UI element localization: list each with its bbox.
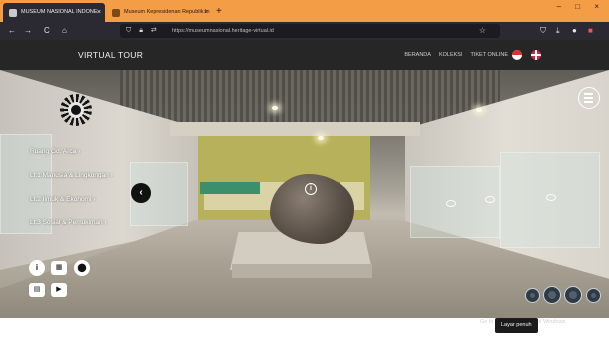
museum-logo-core — [68, 102, 84, 118]
hotspot-icon[interactable] — [546, 194, 556, 201]
panorama-thumbnail[interactable] — [586, 288, 601, 303]
info-icon[interactable]: i — [29, 260, 45, 276]
hall-item-lt1[interactable]: Lt.1 Manusia & Lingkungan — [30, 172, 170, 179]
download-icon[interactable]: ⤓ — [556, 22, 560, 40]
menu-koleksi[interactable]: KOLEKSI — [439, 52, 463, 58]
back-icon[interactable]: ← — [8, 22, 16, 40]
info-hotspot-icon[interactable]: i — [305, 183, 317, 195]
profile-icon[interactable]: ■ — [588, 22, 593, 40]
site-title: VIRTUAL TOUR — [78, 50, 144, 60]
previous-arrow-icon[interactable]: ‹ — [131, 183, 151, 203]
hotspot-icon[interactable] — [446, 200, 456, 207]
menu-beranda[interactable]: BERANDA — [404, 52, 431, 58]
favicon-icon — [112, 9, 120, 17]
tab-museum-kepresidenan[interactable]: Museum Kepresidenan Republik In × — [106, 3, 212, 22]
favicon-icon — [9, 9, 17, 17]
video-icon[interactable]: ▶ — [51, 283, 67, 297]
ceiling-light — [318, 136, 324, 140]
close-icon[interactable]: × — [204, 3, 208, 22]
panorama-thumbnail[interactable] — [525, 288, 540, 303]
tab-museum-nasional[interactable]: MUSEUM NASIONAL INDONE × — [3, 3, 105, 22]
hall-item-arca[interactable]: Ruang Gd. Arca — [30, 148, 170, 155]
close-icon[interactable]: × — [97, 3, 101, 22]
bookmark-star-icon[interactable]: ☆ — [479, 24, 486, 38]
map-pin-icon[interactable]: ⬤ — [74, 260, 90, 276]
extension-icon[interactable]: ● — [572, 22, 577, 40]
english-flag-icon[interactable] — [531, 50, 541, 60]
tab-label: Museum Kepresidenan Republik In — [124, 9, 210, 15]
stone-pedestal-base — [232, 264, 372, 278]
url-text: https://museumnasional.heritage-virtual.… — [172, 28, 274, 34]
forward-icon[interactable]: → — [24, 22, 32, 40]
ceiling-light — [272, 106, 278, 110]
tour-book-icon[interactable]: ▤ — [29, 283, 45, 297]
fullscreen-tooltip: Layar penuh — [495, 318, 538, 333]
site-header: VIRTUAL TOUR BERANDA KOLEKSI TIKET ONLIN… — [0, 40, 609, 70]
panorama-thumbnail[interactable] — [543, 286, 561, 304]
tab-label: MUSEUM NASIONAL INDONE — [21, 9, 98, 15]
shield-lock-icon: ⛉ 🔒︎ ⇄ — [126, 27, 160, 34]
browser-tab-bar: MUSEUM NASIONAL INDONE × Museum Kepresid… — [0, 0, 609, 22]
indonesia-flag-icon[interactable] — [512, 50, 522, 60]
main-menu: BERANDA KOLEKSI TIKET ONLINE — [404, 40, 508, 70]
home-icon[interactable]: ⌂ — [62, 22, 67, 40]
browser-toolbar: ← → C ⌂ ⛉ 🔒︎ ⇄ https://museumnasional.he… — [0, 22, 609, 40]
address-bar[interactable]: ⛉ 🔒︎ ⇄ https://museumnasional.heritage-v… — [120, 24, 500, 38]
screen: MUSEUM NASIONAL INDONE × Museum Kepresid… — [0, 0, 609, 343]
shield-icon[interactable]: ⛉ — [540, 22, 546, 40]
ceiling-light — [476, 108, 482, 112]
reload-icon[interactable]: C — [44, 22, 50, 40]
hall-item-lt3[interactable]: Lt.3 Sosial & Pemukiman — [30, 219, 170, 226]
display-strip — [200, 182, 260, 194]
new-tab-button[interactable]: + — [216, 3, 222, 21]
gallery-icon[interactable]: ▦ — [51, 261, 67, 275]
hamburger-menu-icon[interactable] — [578, 87, 600, 109]
hotspot-icon[interactable] — [485, 196, 495, 203]
menu-tiket-online[interactable]: TIKET ONLINE — [471, 52, 509, 58]
window-controls[interactable]: – □ × — [557, 2, 605, 11]
panorama-thumbnail[interactable] — [564, 286, 582, 304]
ceiling-edge — [170, 122, 420, 136]
